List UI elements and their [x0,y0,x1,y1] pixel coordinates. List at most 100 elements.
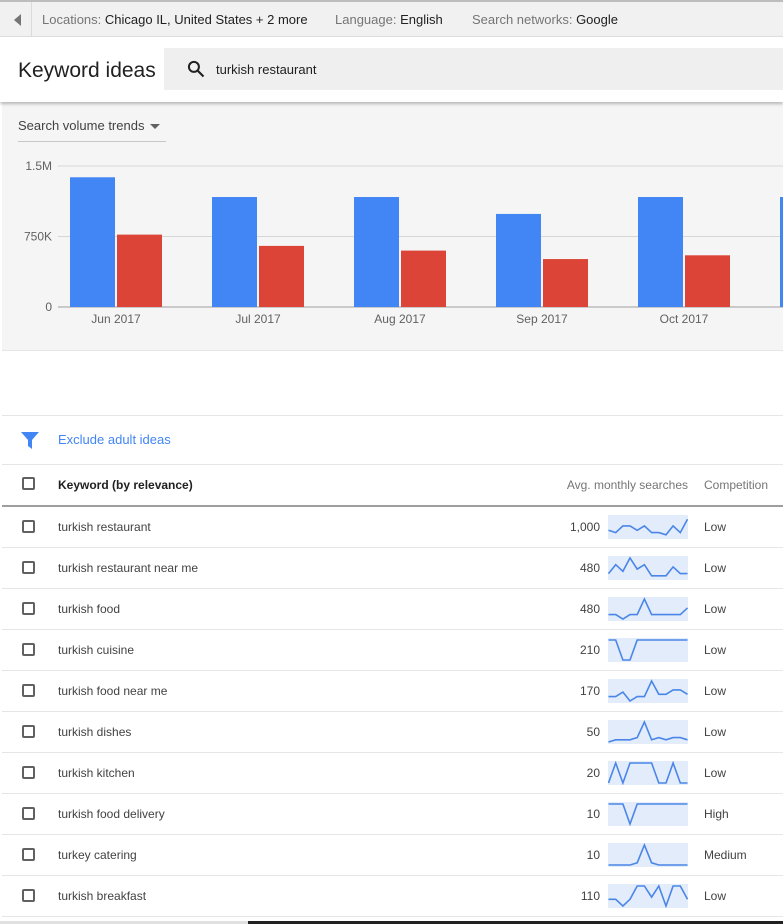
page-title: Keyword ideas [18,59,156,82]
avg-searches-cell: 50 [586,725,600,739]
sparkline-background [608,515,688,539]
col-avg-searches-header[interactable]: Avg. monthly searches [567,478,688,492]
competition-cell: Low [704,725,727,739]
search-input[interactable] [216,59,616,79]
trend-sparkline [608,515,688,539]
back-button[interactable] [4,2,32,37]
table-row[interactable]: turkish cuisine 210 Low [2,630,783,671]
bar-series-1 [496,213,541,307]
locations-label: Locations: [42,12,102,27]
bar-series-1 [212,197,257,307]
avg-searches-cell: 1,000 [569,520,600,534]
filter-row: Exclude adult ideas [2,416,783,465]
x-tick-label: Aug 2017 [374,312,426,326]
table-row[interactable]: turkish breakfast 110 Low [2,876,783,917]
table-row[interactable]: turkish food 480 Low [2,589,783,630]
filter-icon[interactable] [21,432,39,449]
row-checkbox[interactable] [22,848,35,861]
networks-filter[interactable]: Search networks: Google [472,12,618,27]
competition-cell: Low [704,643,727,657]
row-checkbox[interactable] [22,602,35,615]
select-all-checkbox[interactable] [22,477,35,490]
trend-sparkline [608,884,688,908]
bar-series-1 [70,177,115,307]
keyword-cell: turkish food near me [58,684,168,698]
bar-series-2 [117,234,162,307]
trend-sparkline [608,843,688,867]
trend-sparkline [608,720,688,744]
table-row[interactable]: turkey catering 10 Medium [2,835,783,876]
page-header: Keyword ideas [0,37,783,102]
row-checkbox[interactable] [22,725,35,738]
keyword-cell: turkish cuisine [58,643,135,657]
trend-sparkline [608,638,688,662]
keyword-cell: turkish food [58,602,121,616]
keyword-cell: turkey catering [58,848,137,862]
table-body: turkish restaurant 1,000 Low turkish restau… [2,507,783,917]
avg-searches-cell: 110 [580,889,600,903]
table-row[interactable]: turkish food delivery 10 High [2,794,783,835]
chart-panel: Search volume trends 0 750K 1.5M Jun 2017 Ju… [2,102,783,351]
search-box[interactable] [164,48,783,90]
chevron-left-icon [13,13,21,26]
filter-bar: Locations: Chicago IL, United States + 2… [0,0,783,37]
exclude-adult-ideas-link[interactable]: Exclude adult ideas [58,432,171,447]
keyword-cell: turkish restaurant near me [58,561,199,575]
bar-series-1 [354,197,399,307]
row-checkbox[interactable] [22,520,35,533]
keyword-cell: turkish restaurant [58,520,151,534]
table-row[interactable]: turkish food near me 170 Low [2,671,783,712]
keyword-cell: turkish food delivery [58,807,165,821]
language-filter[interactable]: Language: English [335,12,443,27]
spacer [2,351,783,416]
trend-sparkline [608,802,688,826]
avg-searches-cell: 210 [579,643,600,657]
language-value: English [400,12,443,27]
table-row[interactable]: turkish restaurant near me 480 Low [2,548,783,589]
sparkline-background [608,884,688,908]
competition-cell: High [704,807,729,821]
trend-sparkline [608,761,688,785]
table-header: Keyword (by relevance) Avg. monthly sear… [2,465,783,507]
row-checkbox[interactable] [22,766,35,779]
locations-filter[interactable]: Locations: Chicago IL, United States + 2… [42,12,308,27]
table-row[interactable]: turkish kitchen 20 Low [2,753,783,794]
bar-series-2 [685,255,730,307]
locations-value: Chicago IL, United States + 2 more [104,12,308,27]
bar-series-1 [638,197,683,307]
trend-sparkline [608,597,688,621]
competition-cell: Low [704,684,727,698]
competition-cell: Low [704,889,727,903]
search-volume-chart: 0 750K 1.5M Jun 2017 Jul 2017 Aug 2017 Sep 201… [24,159,783,326]
avg-searches-cell: 480 [579,602,600,616]
x-tick-label: Jul 2017 [235,312,281,326]
row-checkbox[interactable] [22,889,35,902]
search-icon [187,60,205,78]
competition-cell: Low [704,520,727,534]
row-checkbox[interactable] [22,807,35,820]
x-tick-label: Sep 2017 [516,312,568,326]
row-checkbox[interactable] [22,643,35,656]
keyword-cell: turkish kitchen [58,766,135,780]
bar-series-2 [259,245,304,307]
sparkline-background [608,802,688,826]
y-tick-label: 750K [24,230,52,244]
bar-series-2 [543,259,588,307]
avg-searches-cell: 20 [586,766,600,780]
trend-sparkline [608,679,688,703]
avg-searches-cell: 10 [586,848,600,862]
row-checkbox[interactable] [22,561,35,574]
sparkline-background [608,679,688,703]
keyword-cell: turkish dishes [58,725,132,739]
networks-value: Google [576,12,618,27]
x-tick-label: Oct 2017 [660,312,709,326]
table-row[interactable]: turkish dishes 50 Low [2,712,783,753]
row-checkbox[interactable] [22,684,35,697]
col-competition-header[interactable]: Competition [704,478,768,492]
table-row[interactable]: turkish restaurant 1,000 Low [2,507,783,548]
col-keyword-header[interactable]: Keyword (by relevance) [58,478,193,492]
y-tick-label: 1.5M [25,159,52,173]
competition-cell: Medium [704,848,747,862]
language-label: Language: [335,12,397,27]
avg-searches-cell: 480 [579,561,600,575]
